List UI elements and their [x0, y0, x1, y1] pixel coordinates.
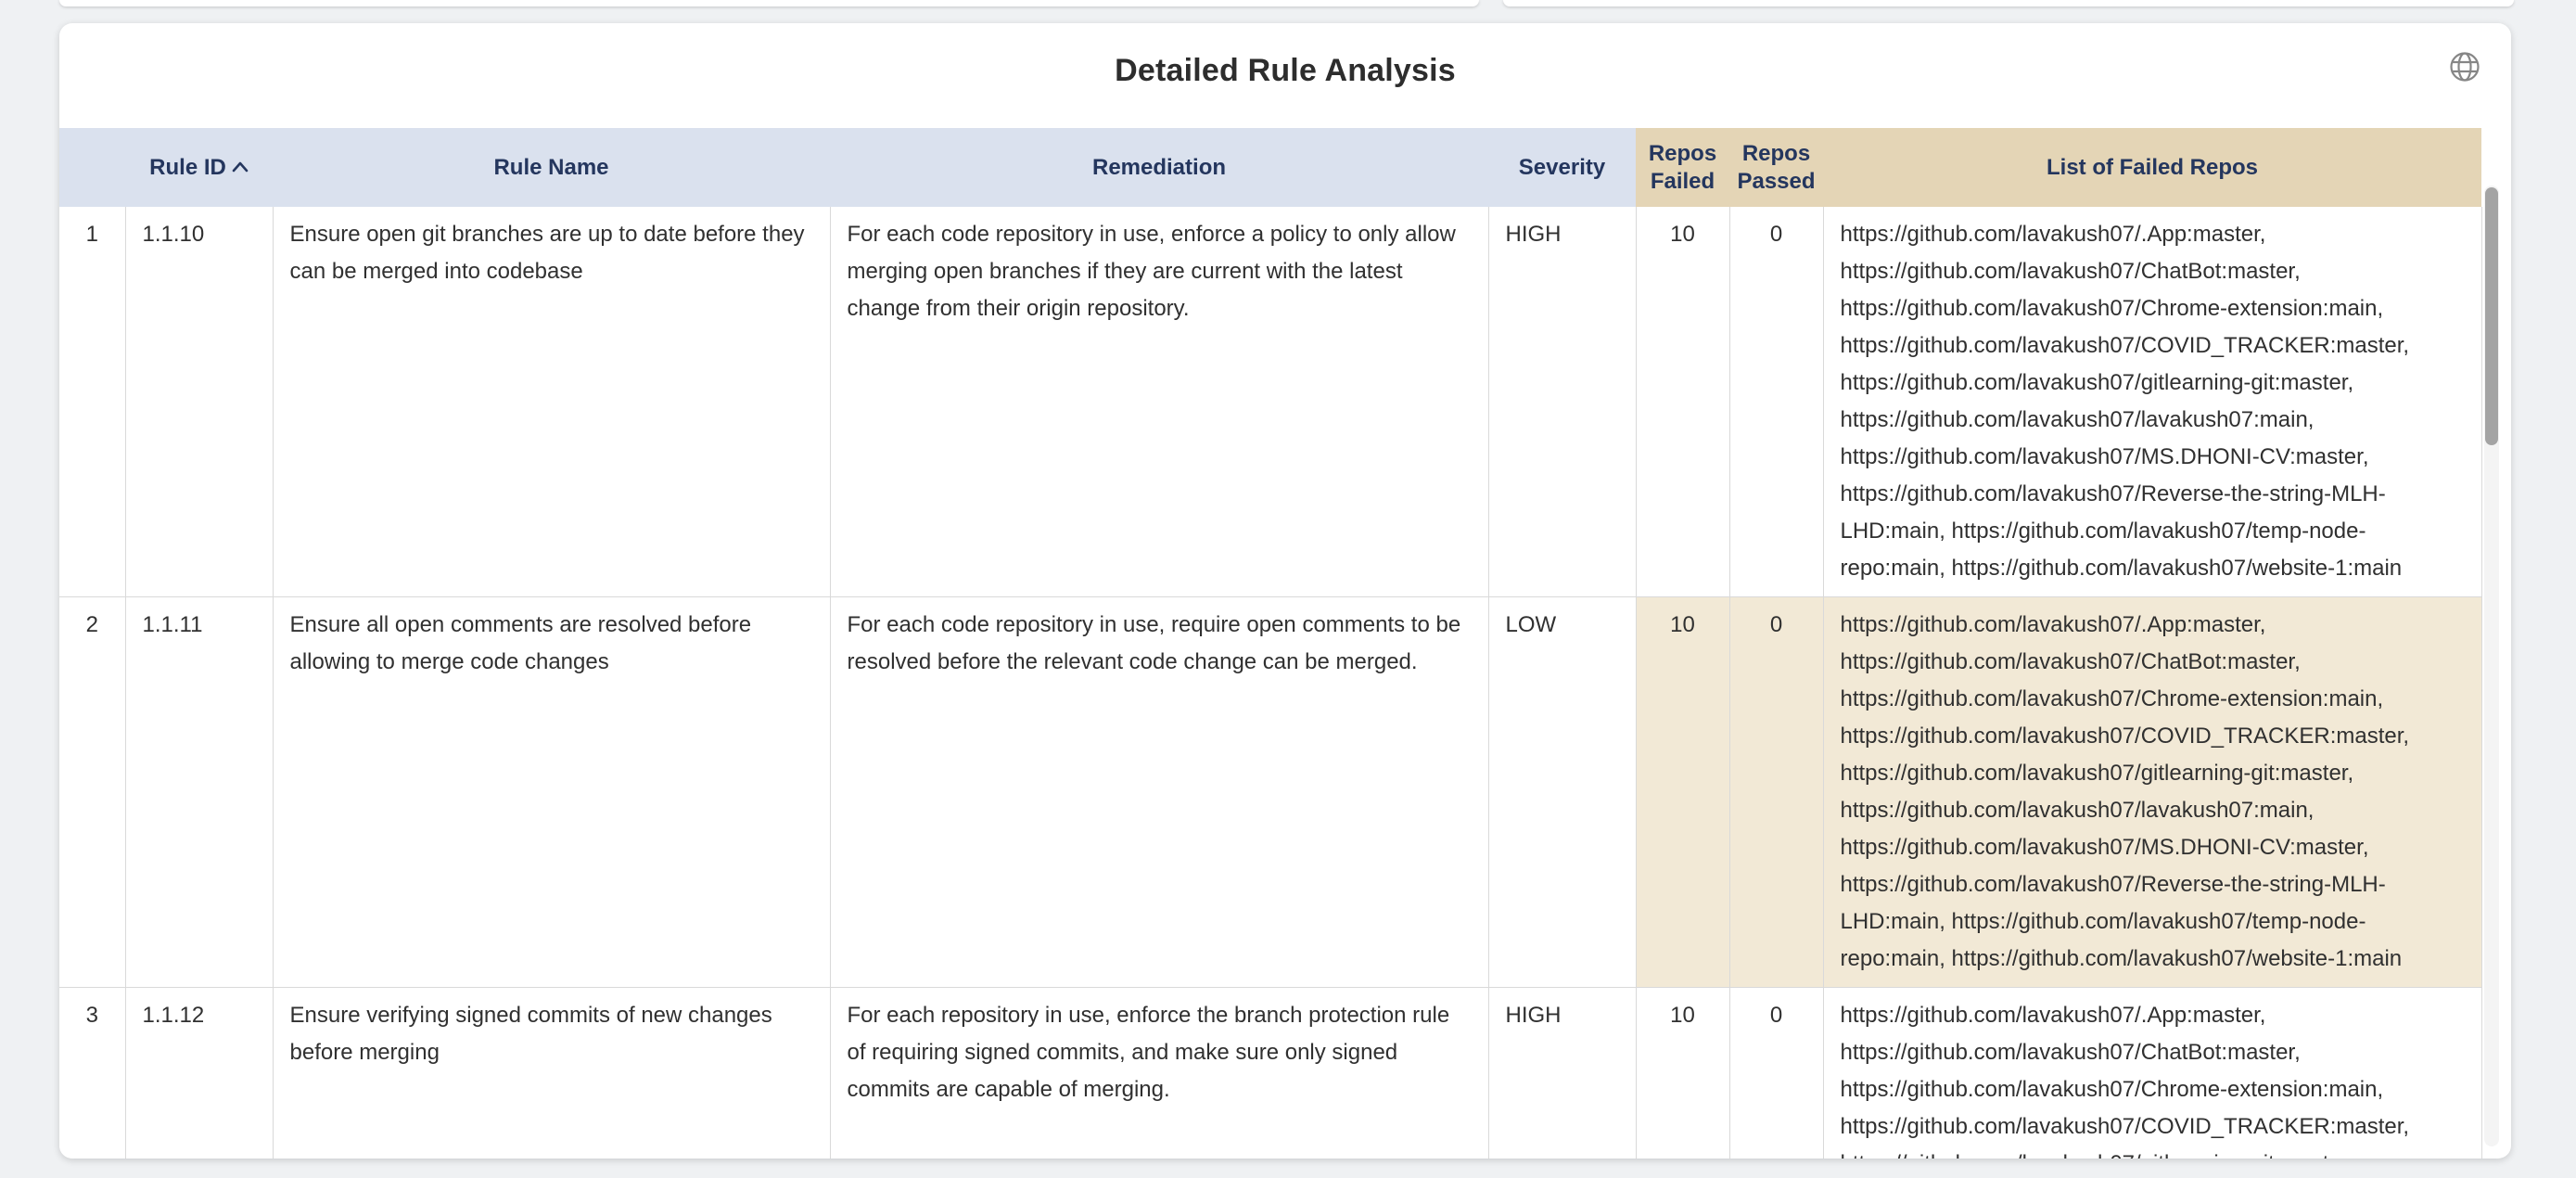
- severity-cell: HIGH: [1488, 207, 1636, 597]
- repos-failed-cell: 10: [1636, 207, 1729, 597]
- table-header-row: Rule ID Rule Name Remediation Severity R…: [59, 128, 2481, 207]
- table-row: 2 1.1.11 Ensure all open comments are re…: [59, 597, 2481, 988]
- sort-ascending-icon: [232, 154, 249, 179]
- rule-name-cell: Ensure open git branches are up to date …: [273, 207, 830, 597]
- rule-id-cell: 1.1.11: [125, 597, 273, 988]
- failed-repos-cell: https://github.com/lavakush07/.App:maste…: [1823, 207, 2481, 597]
- severity-cell: LOW: [1488, 597, 1636, 988]
- vertical-scrollbar[interactable]: [2484, 186, 2499, 1146]
- language-globe-button[interactable]: [2444, 47, 2485, 88]
- rule-name-cell: Ensure verifying signed commits of new c…: [273, 988, 830, 1159]
- column-header-failed-repos-list[interactable]: List of Failed Repos: [1823, 128, 2481, 207]
- repos-passed-cell: 0: [1729, 207, 1823, 597]
- page-title: Detailed Rule Analysis: [59, 53, 2511, 89]
- column-label: Rule Name: [493, 155, 608, 180]
- failed-repos-cell: https://github.com/lavakush07/.App:maste…: [1823, 988, 2481, 1159]
- repos-passed-cell: 0: [1729, 988, 1823, 1159]
- column-header-remediation[interactable]: Remediation: [830, 128, 1488, 207]
- scrollbar-thumb[interactable]: [2485, 187, 2498, 445]
- column-header-severity[interactable]: Severity: [1488, 128, 1636, 207]
- repos-failed-cell: 10: [1636, 988, 1729, 1159]
- rule-id-cell: 1.1.12: [125, 988, 273, 1159]
- row-number-header: [59, 128, 125, 207]
- rule-table: Rule ID Rule Name Remediation Severity R…: [59, 128, 2481, 1159]
- column-header-repos-failed[interactable]: Repos Failed: [1636, 128, 1729, 207]
- remediation-cell: For each code repository in use, require…: [830, 597, 1488, 988]
- column-header-rule-id[interactable]: Rule ID: [125, 128, 273, 207]
- row-number-cell: 3: [59, 988, 125, 1159]
- column-label: List of Failed Repos: [2047, 155, 2258, 180]
- column-label: Severity: [1519, 155, 1605, 180]
- table-row: 3 1.1.12 Ensure verifying signed commits…: [59, 988, 2481, 1159]
- column-header-rule-name[interactable]: Rule Name: [273, 128, 830, 207]
- rule-name-cell: Ensure all open comments are resolved be…: [273, 597, 830, 988]
- globe-icon: [2448, 50, 2481, 86]
- table-body: 1 1.1.10 Ensure open git branches are up…: [59, 207, 2481, 1159]
- remediation-cell: For each code repository in use, enforce…: [830, 207, 1488, 597]
- row-number-cell: 1: [59, 207, 125, 597]
- table-row: 1 1.1.10 Ensure open git branches are up…: [59, 207, 2481, 597]
- column-label: Rule ID: [149, 155, 226, 180]
- repos-passed-cell: 0: [1729, 597, 1823, 988]
- column-label: Remediation: [1092, 155, 1226, 180]
- repos-failed-cell: 10: [1636, 597, 1729, 988]
- row-number-cell: 2: [59, 597, 125, 988]
- failed-repos-cell: https://github.com/lavakush07/.App:maste…: [1823, 597, 2481, 988]
- remediation-cell: For each repository in use, enforce the …: [830, 988, 1488, 1159]
- rule-analysis-card: Detailed Rule Analysis: [59, 23, 2511, 1159]
- column-header-repos-passed[interactable]: Repos Passed: [1729, 128, 1823, 207]
- rule-id-cell: 1.1.10: [125, 207, 273, 597]
- severity-cell: HIGH: [1488, 988, 1636, 1159]
- page: Detailed Rule Analysis: [0, 0, 2576, 1178]
- top-card-right: [1503, 0, 2514, 6]
- column-label: Repos Passed: [1737, 141, 1815, 194]
- column-label: Repos Failed: [1649, 141, 1716, 194]
- top-card-left: [59, 0, 1479, 6]
